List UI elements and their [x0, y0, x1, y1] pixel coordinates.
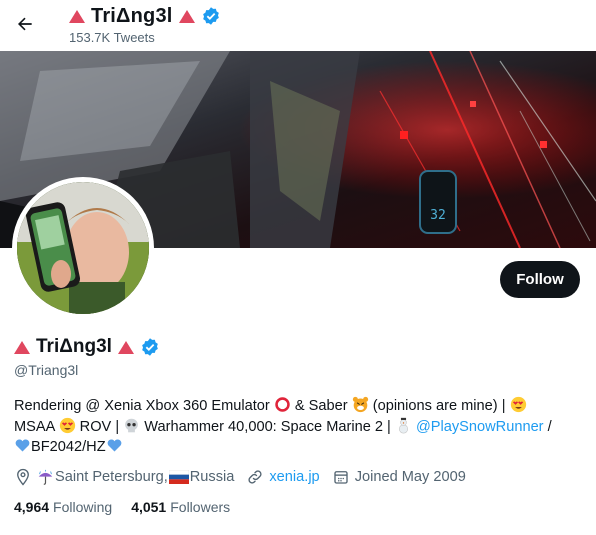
tiger-emoji — [352, 396, 368, 413]
link-icon — [248, 470, 262, 484]
joined-item: Joined May 2009 — [332, 468, 466, 486]
profile-header: TriΔng3l 153.7K Tweets — [0, 0, 596, 50]
header-title: TriΔng3l — [91, 4, 173, 27]
bio-text: / — [543, 418, 552, 435]
triangle-icon — [178, 9, 195, 23]
hud-readout: 32 — [430, 208, 446, 223]
mention-link[interactable]: @PlaySnowRunner — [416, 419, 544, 435]
bio-text: Rendering @ Xenia Xbox 360 Emulator — [14, 398, 274, 414]
profile-bio: Rendering @ Xenia Xbox 360 Emulator & Sa… — [14, 396, 584, 458]
joined-date: Joined May 2009 — [354, 469, 466, 485]
location-pin-icon — [17, 468, 29, 486]
skull-emoji — [125, 418, 139, 432]
red-circle-emoji — [275, 397, 290, 412]
tweet-count: 153.7K Tweets — [69, 30, 155, 45]
verified-badge-icon — [202, 7, 219, 25]
back-button[interactable] — [12, 11, 38, 37]
avatar-image — [17, 182, 149, 314]
verified-badge-icon[interactable] — [140, 337, 160, 357]
bio-text: (opinions are mine) | — [368, 398, 510, 414]
followers-count: 4,051 — [131, 499, 167, 515]
heart-eyes-emoji — [510, 396, 526, 413]
followers-link[interactable]: 4,051 Followers — [131, 499, 230, 515]
triangle-icon — [69, 9, 85, 23]
bio-text: BF2042/HZ — [31, 439, 106, 455]
profile-meta: Saint Petersburg, Russia xenia.jp Joined… — [14, 466, 478, 488]
bio-text: Warhammer 40,000: Space Marine 2 | — [140, 418, 395, 435]
triangle-icon — [14, 340, 30, 354]
profile-name: TriΔng3l — [36, 336, 112, 357]
profile-handle: @Triang3l — [14, 362, 79, 378]
following-link[interactable]: 4,964 Following — [14, 499, 112, 515]
location-text: Saint Petersburg, — [55, 469, 168, 485]
bio-text: MSAA — [14, 418, 59, 435]
blue-heart-emoji — [107, 439, 122, 452]
website-link[interactable]: xenia.jp — [269, 469, 319, 485]
avatar[interactable] — [12, 177, 154, 319]
umbrella-emoji — [38, 469, 53, 485]
russia-flag-emoji — [168, 470, 189, 484]
following-label: Following — [53, 499, 113, 515]
following-count: 4,964 — [14, 499, 50, 515]
header-title-row: TriΔng3l — [69, 4, 221, 28]
triangle-icon — [117, 340, 134, 354]
followers-label: Followers — [170, 499, 231, 515]
bio-text: ROV | — [75, 418, 124, 435]
location-item: Saint Petersburg, Russia — [14, 468, 234, 486]
calendar-icon — [334, 471, 348, 484]
website-item: xenia.jp — [246, 468, 320, 486]
back-arrow-icon — [18, 17, 32, 31]
location-country: Russia — [189, 469, 235, 485]
snowman-emoji — [398, 417, 408, 433]
blue-heart-emoji — [15, 439, 30, 452]
profile-name-row: TriΔng3l — [14, 336, 160, 358]
bio-text: & Saber — [290, 398, 352, 414]
follow-button[interactable]: Follow — [500, 261, 580, 298]
heart-eyes-emoji — [59, 417, 75, 433]
follow-counts: 4,964 Following 4,051 Followers — [14, 499, 249, 515]
